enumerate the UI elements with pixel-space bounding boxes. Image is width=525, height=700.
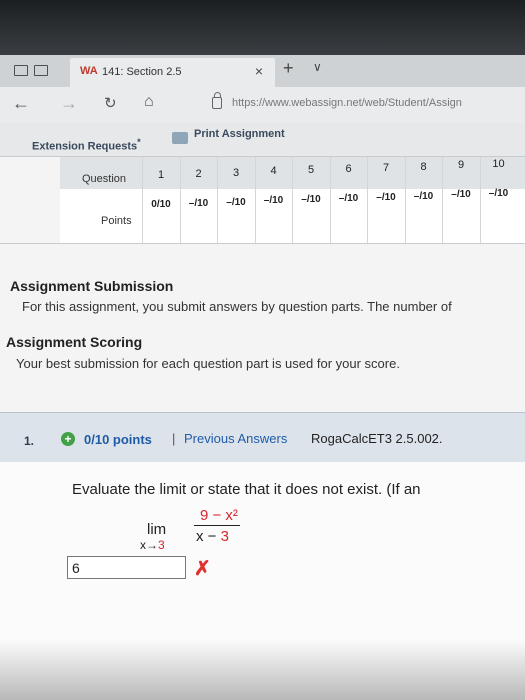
textbook-reference: RogaCalcET3 2.5.002.: [311, 431, 443, 446]
scoring-text: Your best submission for each question p…: [16, 356, 400, 371]
question-score-4: –/10: [263, 195, 284, 207]
lock-icon: [212, 92, 222, 109]
tab-close-icon[interactable]: ×: [255, 63, 263, 79]
question-score-1: 0/10: [151, 199, 171, 210]
url-field[interactable]: https://www.webassign.net/web/Student/As…: [232, 97, 462, 109]
question-link-3[interactable]: 3: [221, 167, 251, 179]
tab-aside-icon[interactable]: [14, 65, 28, 76]
question-prompt: Evaluate the limit or state that it does…: [72, 481, 421, 498]
incorrect-x-icon: ✗: [194, 558, 211, 580]
extension-requests-label: Extension Requests: [32, 140, 138, 153]
tab-preview-icon[interactable]: [34, 65, 48, 76]
question-link-1[interactable]: 1: [146, 169, 176, 181]
question-points-link[interactable]: 0/10 points: [84, 432, 152, 447]
question-row-label: Question: [82, 173, 127, 185]
submission-text: For this assignment, you submit answers …: [22, 299, 452, 314]
tab-strip: WA 141: Section 2.5 ×: [0, 55, 525, 87]
grid-column-line: [479, 157, 481, 243]
print-assignment-link[interactable]: Print Assignment: [194, 128, 285, 140]
question-link-6[interactable]: 6: [334, 163, 364, 175]
fraction-bar: [194, 525, 240, 526]
header-divider: |: [172, 431, 176, 446]
forward-arrow-icon[interactable]: →: [60, 93, 78, 114]
limit-subscript: x→3: [140, 538, 165, 552]
question-link-10[interactable]: 10: [484, 158, 514, 170]
printer-icon[interactable]: [172, 132, 188, 144]
previous-answers-link[interactable]: Previous Answers: [184, 431, 287, 446]
scoring-title: Assignment Scoring: [6, 334, 143, 350]
denominator-value: 3: [220, 528, 229, 545]
device-bezel: [0, 0, 525, 55]
question-link-7[interactable]: 7: [371, 162, 401, 174]
question-link-2[interactable]: 2: [184, 168, 214, 180]
webassign-favicon-icon: WA: [80, 65, 98, 77]
question-score-9: –/10: [451, 189, 471, 201]
webassign-page: Extension Requests* Print Assignment Que…: [0, 123, 525, 700]
question-score-5: –/10: [301, 194, 321, 206]
address-bar: ← → ↻ ⌂ https://www.webassign.net/web/St…: [0, 87, 525, 123]
limit-variable: x→: [140, 538, 158, 552]
assignment-toolbar: Extension Requests* Print Assignment: [0, 123, 525, 157]
refresh-icon[interactable]: ↻: [104, 94, 117, 112]
limit-value: 3: [158, 538, 165, 552]
denominator-variable: x −: [196, 528, 221, 545]
extension-requests-marker: *: [137, 137, 141, 147]
tab-manager-icons[interactable]: [14, 65, 48, 76]
question-score-2: –/10: [188, 197, 209, 209]
question-score-8: –/10: [413, 190, 434, 202]
fraction-denominator: x − 3: [196, 528, 229, 545]
question-header: 1. + 0/10 points | Previous Answers Roga…: [0, 412, 525, 462]
back-arrow-icon[interactable]: ←: [12, 93, 30, 114]
fraction-numerator: 9 − x²: [200, 507, 238, 524]
screenshot: WA 141: Section 2.5 × + ∨ ← → ↻ ⌂ https:…: [0, 0, 525, 700]
question-score-10: –/10: [488, 188, 509, 200]
question-link-8[interactable]: 8: [409, 161, 439, 173]
home-icon[interactable]: ⌂: [144, 93, 154, 111]
tab-title: 141: Section 2.5: [102, 66, 182, 78]
question-link-9[interactable]: 9: [446, 159, 476, 171]
browser-tab[interactable]: WA 141: Section 2.5 ×: [70, 58, 275, 87]
question-score-6: –/10: [338, 193, 359, 204]
extension-requests-link[interactable]: Extension Requests*: [32, 137, 141, 153]
bottom-shadow: [0, 640, 525, 700]
limit-operator: lim: [147, 521, 167, 538]
submission-title: Assignment Submission: [10, 278, 174, 294]
expand-plus-icon[interactable]: +: [61, 432, 75, 446]
section-divider: [0, 243, 525, 244]
question-link-4[interactable]: 4: [259, 165, 289, 177]
question-number: 1.: [24, 434, 35, 448]
new-tab-icon[interactable]: +: [283, 58, 294, 79]
question-link-5[interactable]: 5: [296, 164, 326, 176]
question-score-7: –/10: [376, 191, 396, 203]
points-row-label: Points: [101, 215, 132, 227]
answer-input[interactable]: 6: [67, 556, 186, 579]
tab-list-chevron-icon[interactable]: ∨: [313, 60, 322, 74]
question-score-3: –/10: [226, 196, 246, 208]
